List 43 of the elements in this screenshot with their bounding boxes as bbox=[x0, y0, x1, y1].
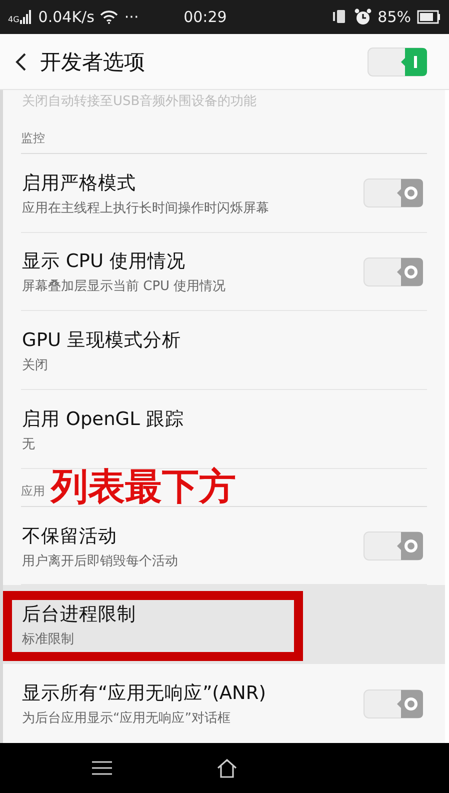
setting-summary: 用户离开后即销毁每个活动 bbox=[22, 552, 179, 570]
annotation-label: 列表最下方 bbox=[51, 468, 236, 505]
page-title: 开发者选项 bbox=[40, 48, 146, 76]
home-icon[interactable] bbox=[216, 757, 238, 779]
setting-summary: 关闭自动转接至USB音频外围设备的功能 bbox=[22, 94, 257, 109]
vibrate-icon bbox=[332, 9, 348, 25]
setting-summary: 应用在主线程上执行长时间操作时闪烁屏幕 bbox=[22, 200, 270, 217]
setting-title: GPU 呈现模式分析 bbox=[22, 329, 182, 352]
wifi-icon bbox=[100, 10, 118, 24]
setting-title: 显示 CPU 使用情况 bbox=[22, 250, 186, 274]
network-type: 4G bbox=[8, 15, 20, 24]
setting-row[interactable]: 不保留活动 用户离开后即销毁每个活动 bbox=[3, 506, 445, 586]
alarm-clock-icon bbox=[354, 8, 372, 26]
clock-time: 00:29 bbox=[184, 8, 227, 26]
setting-summary: 屏幕叠加层显示当前 CPU 使用情况 bbox=[22, 278, 227, 296]
setting-row[interactable]: 启用严格模式 应用在主线程上执行长时间操作时闪烁屏幕 bbox=[3, 154, 445, 233]
setting-title: 后台进程限制 bbox=[22, 603, 137, 626]
back-icon[interactable] bbox=[14, 52, 28, 72]
setting-title: 启用 OpenGL 跟踪 bbox=[22, 408, 185, 431]
section-header: 监控 bbox=[21, 130, 45, 147]
setting-title: 不保留活动 bbox=[22, 524, 118, 548]
toggle-switch[interactable] bbox=[363, 530, 425, 562]
setting-row[interactable]: 后台进程限制 标准限制 bbox=[3, 585, 445, 664]
signal-icon bbox=[20, 10, 32, 24]
toggle-switch[interactable] bbox=[367, 46, 429, 78]
setting-summary: 为后台应用显示“应用无响应”对话框 bbox=[22, 710, 232, 728]
setting-title: 显示所有“应用无响应”(ANR) bbox=[22, 682, 267, 706]
setting-summary: 标准限制 bbox=[22, 631, 75, 648]
battery-percent: 85% bbox=[378, 8, 411, 26]
toggle-switch[interactable] bbox=[363, 688, 425, 720]
setting-row[interactable]: 显示 CPU 使用情况 屏幕叠加层显示当前 CPU 使用情况 bbox=[3, 232, 445, 312]
setting-summary: 无 bbox=[22, 436, 36, 453]
section-header: 应用 bbox=[21, 482, 45, 500]
network-speed: 0.04K/s bbox=[38, 8, 94, 26]
toggle-switch[interactable] bbox=[363, 177, 425, 210]
more-indicator: ··· bbox=[124, 8, 139, 26]
menu-icon[interactable] bbox=[92, 761, 112, 775]
toggle-switch[interactable] bbox=[363, 256, 425, 288]
setting-summary: 关闭 bbox=[22, 357, 49, 374]
battery-icon bbox=[417, 10, 441, 24]
setting-row[interactable]: 显示所有“应用无响应”(ANR) 为后台应用显示“应用无响应”对话框 bbox=[3, 664, 445, 743]
setting-title: 启用严格模式 bbox=[22, 172, 137, 195]
setting-row[interactable]: GPU 呈现模式分析 关闭 bbox=[3, 311, 445, 390]
